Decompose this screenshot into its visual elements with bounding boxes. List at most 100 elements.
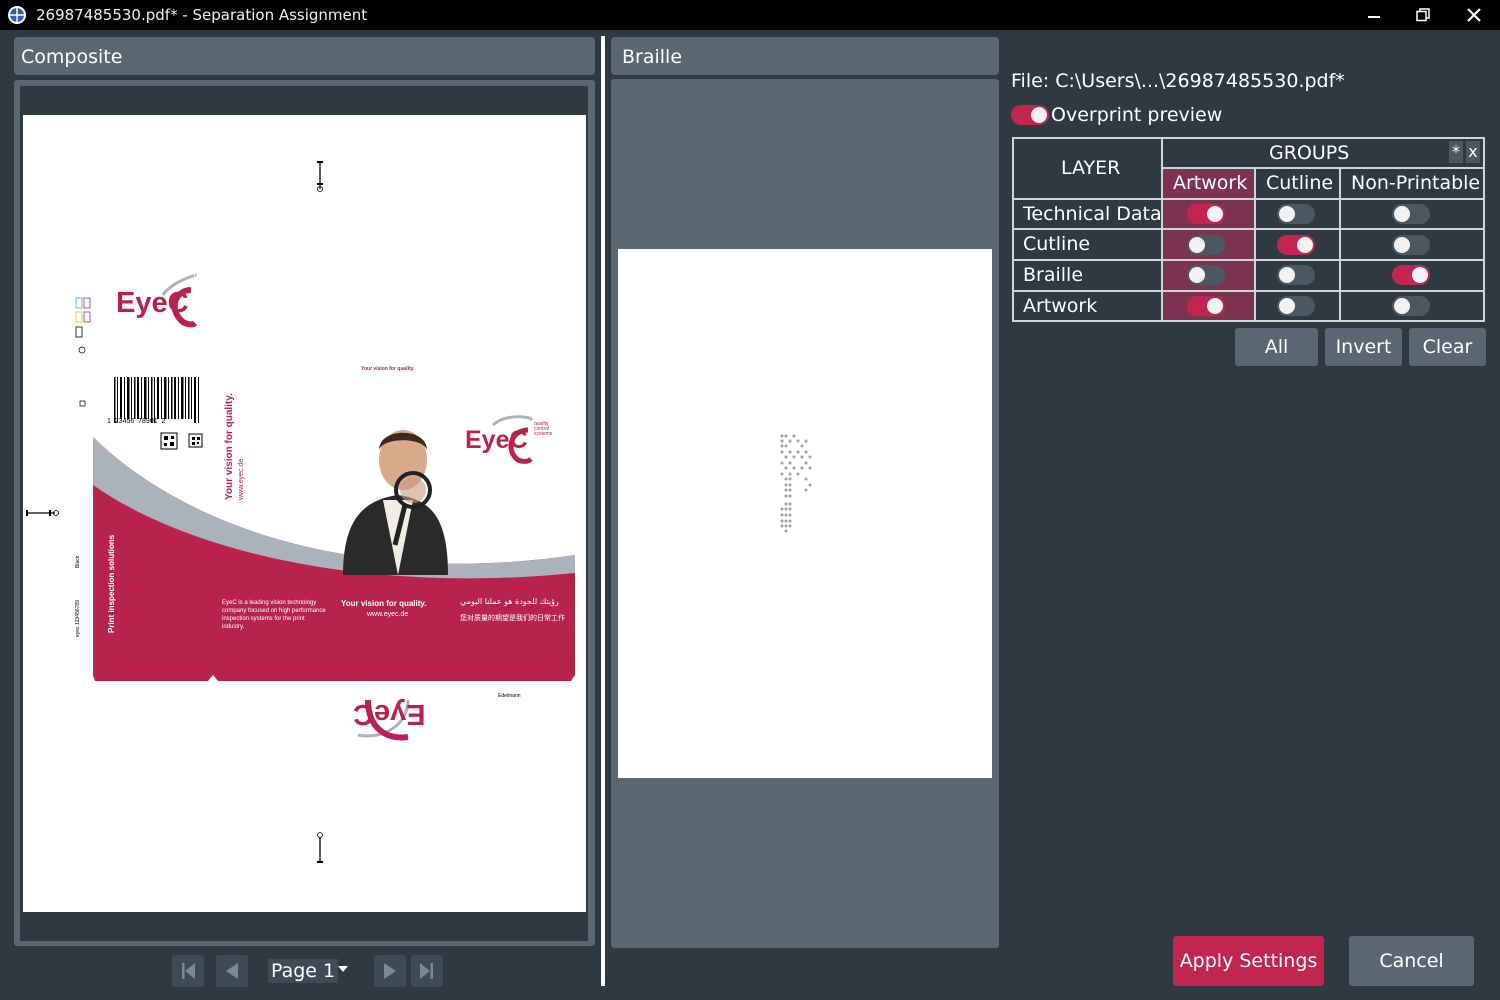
- toggle-braille-artwork[interactable]: [1187, 265, 1225, 285]
- toggle-artwork-non-printable[interactable]: [1392, 296, 1430, 316]
- composite-panel-header: Composite: [14, 37, 595, 75]
- brand-small: Edelmann: [498, 693, 521, 699]
- minimize-button[interactable]: [1351, 0, 1397, 30]
- toggle-braille-cutline[interactable]: [1277, 265, 1315, 285]
- table-border: [1012, 228, 1485, 230]
- next-page-button[interactable]: [374, 955, 406, 987]
- center-tagline: Your vision for quality.: [341, 599, 427, 608]
- previous-page-button[interactable]: [216, 955, 248, 987]
- toggle-knob: [1279, 206, 1295, 222]
- toggle-artwork-artwork[interactable]: [1187, 296, 1225, 316]
- page-selector[interactable]: Page 1: [268, 959, 339, 983]
- row-cutline: Cutline: [1023, 233, 1091, 255]
- toggle-cutline-cutline[interactable]: [1277, 235, 1315, 255]
- overprint-preview-toggle[interactable]: [1011, 105, 1049, 125]
- minimize-icon: [1368, 16, 1380, 18]
- vertical-url: www.eyec.de: [238, 458, 245, 500]
- side-text: Print inspection solutions: [107, 534, 116, 633]
- previous-page-icon: [226, 963, 238, 979]
- table-border: [1012, 259, 1485, 261]
- toggle-artwork-cutline[interactable]: [1277, 296, 1315, 316]
- toggle-knob: [1394, 206, 1410, 222]
- title-bar: 26987485530.pdf* - Separation Assignment: [0, 0, 1500, 30]
- toggle-technical-data-artwork[interactable]: [1187, 204, 1225, 224]
- eyec-logo-main: EyeC: [465, 426, 528, 454]
- toggle-cutline-artwork[interactable]: [1187, 235, 1225, 255]
- cancel-button[interactable]: Cancel: [1349, 936, 1474, 986]
- page-label: Page 1: [271, 960, 336, 982]
- groups-header: GROUPS: [1269, 142, 1350, 164]
- column-non-printable[interactable]: Non-Printable: [1351, 172, 1480, 194]
- table-border: [1254, 168, 1256, 321]
- add-group-button[interactable]: *: [1449, 141, 1463, 163]
- composite-page-preview: EyeC Your vision for quality. EyeC quali…: [23, 115, 586, 912]
- braille-dots: [780, 434, 812, 533]
- layer-header: LAYER: [1061, 157, 1121, 179]
- tagline-small: Your vision for quality.: [361, 366, 415, 372]
- braille-title: Braille: [622, 46, 683, 68]
- first-page-button[interactable]: [172, 955, 204, 987]
- toggle-technical-data-cutline[interactable]: [1277, 204, 1315, 224]
- apply-settings-button[interactable]: Apply Settings: [1173, 936, 1324, 986]
- artwork-graphics: [26, 161, 575, 863]
- toggle-knob: [1297, 237, 1313, 253]
- app-icon: [8, 6, 26, 24]
- toggle-knob: [1412, 267, 1428, 283]
- toggle-technical-data-non-printable[interactable]: [1392, 204, 1430, 224]
- column-cutline[interactable]: Cutline: [1266, 172, 1333, 194]
- chinese-text: 您对质量的期望是我们的日常工作: [460, 614, 565, 622]
- window-title: 26987485530.pdf* - Separation Assignment: [36, 6, 368, 24]
- row-artwork: Artwork: [1023, 295, 1098, 317]
- next-page-icon: [384, 963, 396, 979]
- toggle-knob: [1189, 237, 1205, 253]
- row-technical-data: Technical Data: [1023, 203, 1162, 225]
- last-page-icon: [420, 963, 433, 979]
- column-artwork[interactable]: Artwork: [1173, 172, 1247, 194]
- center-url: www.eyec.de: [367, 611, 409, 618]
- braille-panel-header: Braille: [611, 37, 999, 75]
- panel-splitter[interactable]: [601, 36, 605, 986]
- table-border: [1339, 168, 1341, 321]
- side-code: eyec 123456789: [75, 600, 81, 637]
- file-path-label: File: C:\Users\...\26987485530.pdf*: [1011, 70, 1345, 92]
- chevron-down-icon[interactable]: [338, 966, 348, 972]
- restore-icon: [1416, 8, 1430, 22]
- invert-button[interactable]: Invert: [1325, 328, 1402, 366]
- all-button[interactable]: All: [1235, 328, 1318, 366]
- table-border: [1012, 290, 1485, 292]
- table-border: [1161, 167, 1485, 169]
- toggle-knob: [1189, 267, 1205, 283]
- last-page-button[interactable]: [411, 955, 443, 987]
- arabic-text: رؤيتك للجودة هو عملنا اليومي: [460, 597, 559, 606]
- restore-button[interactable]: [1400, 0, 1446, 30]
- logo-sub-line: systems: [534, 431, 553, 437]
- remove-group-button[interactable]: x: [1466, 141, 1480, 163]
- row-braille: Braille: [1023, 264, 1084, 286]
- composite-title: Composite: [21, 46, 123, 68]
- overprint-preview-label: Overprint preview: [1051, 104, 1223, 126]
- toggle-cutline-non-printable[interactable]: [1392, 235, 1430, 255]
- eyec-logo-bottom: EyeC: [353, 698, 426, 730]
- company-paragraph: EyeC is a leading vision technology comp…: [222, 600, 326, 630]
- toggle-braille-non-printable[interactable]: [1392, 265, 1430, 285]
- close-icon: [1467, 8, 1481, 22]
- barcode-digits: 1 23456 78901 2: [107, 418, 166, 425]
- table-border: [1012, 137, 1485, 139]
- clear-button[interactable]: Clear: [1409, 328, 1486, 366]
- toggle-knob: [1279, 298, 1295, 314]
- close-window-button[interactable]: [1451, 0, 1497, 30]
- side-label: Black: [75, 555, 81, 568]
- table-border: [1012, 198, 1485, 200]
- first-page-icon: [182, 963, 195, 979]
- toggle-knob: [1279, 267, 1295, 283]
- toggle-knob: [1207, 206, 1223, 222]
- toggle-knob: [1207, 298, 1223, 314]
- vertical-tagline: Your vision for quality.: [224, 393, 235, 500]
- toggle-knob: [1031, 107, 1047, 123]
- eyec-logo-top: EyeC: [116, 287, 189, 319]
- toggle-knob: [1394, 237, 1410, 253]
- toggle-knob: [1394, 298, 1410, 314]
- table-border: [1012, 320, 1485, 322]
- logo-subtitle: quality control systems: [534, 422, 552, 437]
- braille-page-preview: [618, 249, 992, 778]
